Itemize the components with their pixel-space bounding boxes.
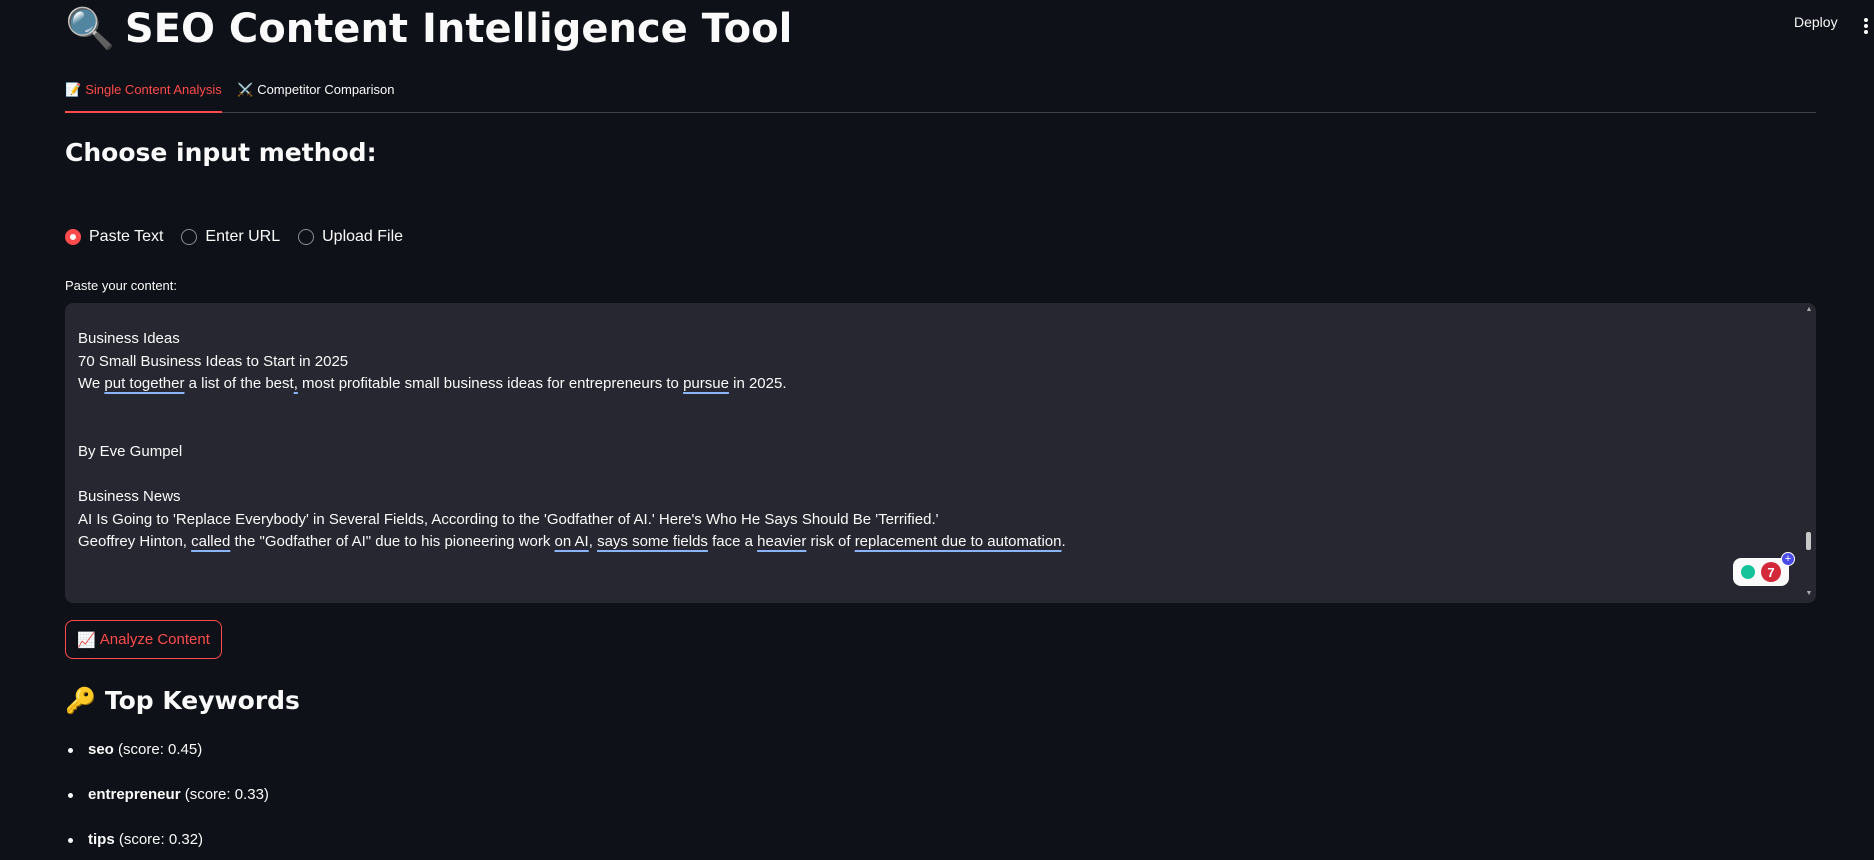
page-title: 🔍 SEO Content Intelligence Tool: [65, 2, 792, 56]
keyword-item: entrepreneur (score: 0.33): [65, 785, 269, 830]
content-line: [78, 418, 1756, 441]
chart-increasing-icon: 📈: [77, 631, 96, 649]
input-method-radio-group: Paste Text Enter URL Upload File: [65, 228, 403, 246]
plus-icon: +: [1781, 552, 1795, 566]
radio-label: Paste Text: [89, 228, 164, 245]
radio-label: Upload File: [322, 228, 404, 245]
app-page: 🔍 SEO Content Intelligence Tool Deploy 📝 S…: [0, 0, 1874, 860]
key-icon: 🔑: [65, 686, 97, 715]
tab-bar: 📝 Single Content Analysis ⚔️ Competitor Co…: [65, 74, 1816, 113]
content-field-label: Paste your content:: [65, 278, 178, 293]
top-keywords-heading: 🔑 Top Keywords: [65, 686, 300, 716]
tab-label: Competitor Comparison: [257, 82, 395, 97]
input-method-heading: Choose input method:: [65, 138, 377, 167]
radio-indicator-selected[interactable]: [65, 229, 81, 245]
keyword-score: (score: 0.45): [118, 741, 203, 758]
keyword-term: seo: [88, 741, 114, 758]
grammar-issue-count: 7: [1761, 562, 1781, 582]
keyword-term: entrepreneur: [88, 786, 181, 803]
lightbulb-icon: [1741, 565, 1755, 579]
more-vertical-icon[interactable]: [1864, 18, 1868, 34]
keyword-item: seo (score: 0.45): [65, 740, 269, 785]
radio-upload-file[interactable]: Upload File: [298, 228, 403, 246]
content-line: AI Is Going to 'Replace Everybody' in Se…: [78, 510, 939, 528]
tab-single-content-analysis[interactable]: 📝 Single Content Analysis: [65, 82, 222, 113]
textarea-scrollbar[interactable]: ▲ ▼: [1804, 303, 1814, 603]
keyword-item: tips (score: 0.32): [65, 830, 269, 860]
keywords-list: seo (score: 0.45) entrepreneur (score: 0…: [65, 740, 269, 860]
tab-label: Single Content Analysis: [85, 82, 222, 97]
content-line: Business News: [78, 488, 181, 506]
content-line: [78, 396, 1756, 419]
scroll-down-arrow-icon[interactable]: ▼: [1804, 590, 1814, 597]
content-line: Business Ideas: [78, 330, 180, 347]
radio-indicator[interactable]: [298, 229, 315, 245]
radio-indicator[interactable]: [181, 229, 198, 245]
grammar-checker-badge[interactable]: 7 +: [1733, 552, 1795, 586]
scroll-up-arrow-icon[interactable]: ▲: [1804, 306, 1814, 313]
page-title-text: SEO Content Intelligence Tool: [124, 6, 793, 52]
analyze-button-label: Analyze Content: [99, 631, 210, 648]
radio-label: Enter URL: [205, 228, 281, 245]
radio-enter-url[interactable]: Enter URL: [181, 228, 280, 246]
magnifier-icon: 🔍: [65, 6, 115, 52]
content-line: [78, 464, 1756, 487]
content-line: By Eve Gumpel: [78, 442, 183, 460]
radio-paste-text[interactable]: Paste Text: [65, 228, 163, 246]
top-keywords-heading-text: Top Keywords: [104, 686, 300, 715]
tab-competitor-comparison[interactable]: ⚔️ Competitor Comparison: [237, 82, 394, 98]
memo-icon: 📝: [65, 82, 82, 97]
content-line: Geoffrey Hinton, called the "Godfather o…: [78, 533, 1066, 551]
content-textarea[interactable]: Business Ideas 70 Small Business Ideas t…: [65, 303, 1816, 603]
analyze-content-button[interactable]: 📈 Analyze Content: [65, 620, 222, 659]
crossed-swords-icon: ⚔️: [237, 82, 254, 97]
deploy-button[interactable]: Deploy: [1794, 14, 1838, 30]
scroll-thumb[interactable]: [1806, 532, 1811, 550]
content-line: We put together a list of the best, most…: [78, 375, 787, 393]
content-line: 70 Small Business Ideas to Start in 2025: [78, 352, 349, 370]
keyword-score: (score: 0.33): [184, 786, 269, 803]
keyword-term: tips: [88, 831, 115, 848]
keyword-score: (score: 0.32): [118, 831, 204, 848]
